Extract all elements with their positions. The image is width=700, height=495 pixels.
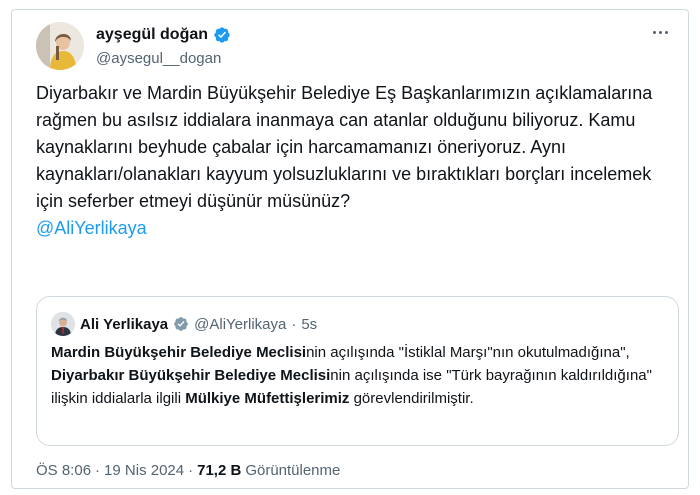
meta-separator-2: · (188, 462, 194, 479)
author-photo (36, 22, 84, 70)
quoted-bold-3: Mülkiye Müfettişlerimiz (185, 390, 350, 407)
view-count-label: Görüntülenme (245, 462, 341, 479)
verified-badge-icon (214, 27, 230, 43)
tweet-text: Diyarbakır ve Mardin Büyükşehir Belediye… (36, 80, 676, 242)
tweet-card: ayşegül doğan @aysegul__dogan Diyarbakır… (11, 9, 689, 489)
quoted-bold-2: Diyarbakır Büyükşehir Belediye Meclisi (51, 367, 331, 384)
quoted-author-photo (51, 312, 75, 336)
quoted-tweet-header: Ali Yerlikaya @AliYerlikaya · 5s (51, 312, 317, 336)
quoted-tweet[interactable]: Ali Yerlikaya @AliYerlikaya · 5s Mardin … (36, 296, 679, 446)
quoted-verified-icon (174, 317, 188, 331)
mention-link[interactable]: @AliYerlikaya (36, 215, 676, 242)
tweet-meta: ÖS 8:06 · 19 Nis 2024 · 71,2 B Görüntüle… (36, 462, 340, 479)
quoted-tweet-text: Mardin Büyükşehir Belediye Meclisinin aç… (51, 341, 666, 410)
author-display-name[interactable]: ayşegül doğan (96, 26, 208, 44)
quoted-separator: · (291, 315, 297, 333)
author-handle[interactable]: @aysegul__dogan (96, 50, 221, 67)
quoted-text-3: görevlendirilmiştir. (349, 390, 474, 407)
more-options-icon[interactable] (648, 24, 672, 40)
tweet-body: Diyarbakır ve Mardin Büyükşehir Belediye… (36, 83, 653, 211)
quoted-author-handle[interactable]: @AliYerlikaya (194, 316, 286, 333)
view-count: 71,2 B (197, 462, 242, 479)
quoted-author-avatar[interactable] (51, 312, 75, 336)
tweet-time[interactable]: ÖS 8:06 (36, 462, 91, 479)
tweet-date[interactable]: 19 Nis 2024 (104, 462, 184, 479)
author-name-row: ayşegül doğan (96, 26, 231, 44)
quoted-author-name[interactable]: Ali Yerlikaya (80, 316, 168, 333)
meta-separator-1: · (95, 462, 101, 479)
quoted-timestamp[interactable]: 5s (301, 316, 317, 333)
quoted-text-1: nin açılışında "İstiklal Marşı"nın okutu… (306, 344, 630, 361)
quoted-bold-1: Mardin Büyükşehir Belediye Meclisi (51, 344, 307, 361)
author-avatar[interactable] (36, 22, 84, 70)
